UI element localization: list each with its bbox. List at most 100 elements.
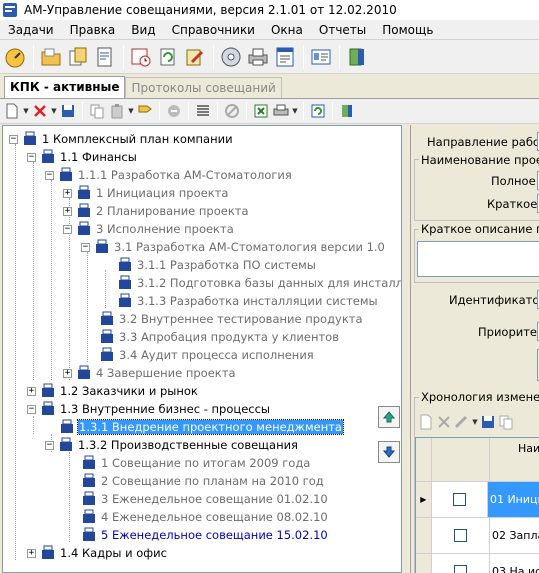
row-checkbox[interactable] bbox=[454, 565, 467, 573]
dashboard-button[interactable] bbox=[2, 44, 28, 70]
project-tree[interactable]: − 1 Комплексный план компании − 1.1 Фина… bbox=[2, 125, 402, 573]
list-button[interactable] bbox=[193, 101, 213, 121]
tree-node-meeting-2[interactable]: 2 Совещание по планам на 2010 год bbox=[81, 472, 325, 490]
collapse-icon[interactable]: − bbox=[27, 404, 36, 414]
tab-active-plans[interactable]: КПК - активные bbox=[4, 76, 126, 98]
tree-label: 1.3 Внутренние бизнес - процессы bbox=[60, 402, 271, 416]
close-tab-button[interactable] bbox=[337, 101, 357, 121]
paste-dropdown-arrow[interactable]: ▼ bbox=[127, 107, 135, 115]
exit-button[interactable] bbox=[344, 44, 370, 70]
tree-node-meeting-3[interactable]: 3 Еженедельное совещание 01.02.10 bbox=[81, 490, 329, 508]
table-row[interactable]: 03 На исп bbox=[416, 554, 539, 573]
save-icon[interactable] bbox=[479, 414, 497, 430]
tree-node-dental-dev[interactable]: − 1.1.1 Разработка АМ-Стоматология bbox=[45, 166, 293, 184]
paste-button[interactable] bbox=[107, 101, 127, 121]
description-field[interactable] bbox=[417, 241, 539, 277]
menu-help[interactable]: Помощь bbox=[374, 23, 441, 37]
short-name-label: Краткое: bbox=[487, 197, 539, 211]
collapse-icon[interactable]: − bbox=[63, 224, 72, 234]
save-button[interactable] bbox=[58, 101, 78, 121]
table-row[interactable]: 02 Заплан bbox=[416, 518, 539, 554]
list-icon bbox=[197, 105, 209, 116]
tree-node-finance[interactable]: − 1.1 Финансы bbox=[27, 148, 138, 166]
tree-node-meeting-5[interactable]: 5 Еженедельное совещание 15.02.10 bbox=[81, 526, 329, 544]
tree-node-initiation[interactable]: + 1 Инициация проекта bbox=[63, 184, 229, 202]
tree-node-process-audit[interactable]: 3.4 Аудит процесса исполнения bbox=[99, 346, 315, 364]
collapse-icon[interactable]: − bbox=[45, 170, 54, 180]
project-icon bbox=[101, 311, 113, 325]
tree-node-installer-dev[interactable]: 3.1.3 Разработка инсталляции системы bbox=[117, 292, 379, 310]
tree-node-internal-testing[interactable]: 3.2 Внутреннее тестирование продукта bbox=[99, 310, 364, 328]
expand-icon[interactable]: + bbox=[27, 548, 36, 558]
tree-node-dental-v1[interactable]: − 3.1 Разработка АМ-Стоматология версии … bbox=[81, 238, 386, 256]
reload-button[interactable] bbox=[308, 101, 328, 121]
excel-export-button[interactable] bbox=[251, 101, 271, 121]
menu-references[interactable]: Справочники bbox=[164, 23, 263, 37]
collapse-icon[interactable]: − bbox=[81, 242, 90, 252]
tree-node-software-dev[interactable]: 3.1.1 Разработка ПО системы bbox=[117, 256, 317, 274]
grid-name-header[interactable]: Наим bbox=[490, 438, 539, 455]
pencil-icon[interactable] bbox=[453, 414, 471, 430]
document-button[interactable] bbox=[92, 44, 118, 70]
expand-icon[interactable]: + bbox=[63, 368, 72, 378]
move-up-button[interactable] bbox=[378, 406, 400, 428]
report-button[interactable] bbox=[272, 44, 298, 70]
tree-node-execution[interactable]: − 3 Исполнение проекта bbox=[63, 220, 235, 238]
tree-node-internal-processes[interactable]: − 1.3 Внутренние бизнес - процессы bbox=[27, 400, 271, 418]
tree-node-client-approval[interactable]: 3.3 Апробация продукта у клиентов bbox=[99, 328, 340, 346]
copy-icon[interactable] bbox=[497, 414, 515, 430]
new-document-icon[interactable] bbox=[417, 414, 435, 430]
tree-node-pm-implementation[interactable]: 1.3.1 Внедрение проектного менеджмента bbox=[59, 418, 344, 436]
contacts-button[interactable] bbox=[308, 44, 334, 70]
delete-dropdown-arrow[interactable]: ▼ bbox=[50, 107, 58, 115]
description-group-label: Краткое описание прое bbox=[419, 222, 539, 236]
expand-icon[interactable]: + bbox=[27, 386, 36, 396]
row-checkbox[interactable] bbox=[452, 493, 466, 506]
tree-node-customers-market[interactable]: + 1.2 Заказчики и рынок bbox=[27, 382, 199, 400]
tree-label: 3 Еженедельное совещание 01.02.10 bbox=[101, 492, 328, 506]
tree-node-db-prep[interactable]: 3.1.2 Подготовка базы данных для инсталл bbox=[117, 274, 401, 292]
table-row[interactable]: ▶ 01 Иници bbox=[416, 482, 539, 518]
undo-button[interactable] bbox=[164, 101, 184, 121]
tree-node-completion[interactable]: + 4 Завершение проекта bbox=[63, 364, 237, 382]
move-button[interactable] bbox=[135, 101, 155, 121]
expand-icon[interactable]: + bbox=[63, 188, 72, 198]
calendar-button[interactable] bbox=[128, 44, 154, 70]
print-button[interactable] bbox=[245, 44, 271, 70]
menu-tasks[interactable]: Задачи bbox=[0, 23, 62, 37]
collapse-icon[interactable]: − bbox=[27, 152, 36, 162]
disk-button[interactable] bbox=[218, 44, 244, 70]
tree-node-meeting-4[interactable]: 4 Еженедельное совещание 08.02.10 bbox=[81, 508, 329, 526]
edit-dropdown-arrow[interactable]: ▼ bbox=[471, 418, 479, 426]
collapse-icon[interactable]: − bbox=[9, 134, 18, 144]
expand-icon[interactable]: + bbox=[63, 206, 72, 216]
open-button[interactable] bbox=[38, 44, 64, 70]
tree-node-meeting-1[interactable]: 1 Совещание по итогам 2009 года bbox=[81, 454, 311, 472]
copy-tasks-button[interactable] bbox=[65, 44, 91, 70]
move-down-button[interactable] bbox=[378, 441, 400, 463]
delete-x-icon[interactable] bbox=[435, 414, 453, 430]
copy-button[interactable] bbox=[87, 101, 107, 121]
cancel-button[interactable] bbox=[222, 101, 242, 121]
tree-node-production-meetings[interactable]: − 1.3.2 Производственные совещания bbox=[45, 436, 299, 454]
new-dropdown-arrow[interactable]: ▼ bbox=[22, 107, 30, 115]
new-button[interactable] bbox=[2, 101, 22, 121]
menu-reports[interactable]: Отчеты bbox=[311, 23, 374, 37]
tree-node-company-plan[interactable]: − 1 Комплексный план компании bbox=[9, 130, 234, 148]
refresh-button[interactable] bbox=[155, 44, 181, 70]
tree-node-planning[interactable]: + 2 Планирование проекта bbox=[63, 202, 250, 220]
tree-node-hr-office[interactable]: + 1.4 Кадры и офис bbox=[27, 544, 168, 562]
row-checkbox[interactable] bbox=[454, 529, 467, 542]
menu-windows[interactable]: Окна bbox=[263, 23, 311, 37]
edit-button[interactable] bbox=[182, 44, 208, 70]
tab-meeting-minutes[interactable]: Протоколы совещаний bbox=[125, 77, 282, 98]
print-tree-button[interactable] bbox=[271, 101, 291, 121]
menu-view[interactable]: Вид bbox=[123, 23, 163, 37]
delete-button[interactable] bbox=[30, 101, 50, 121]
menu-edit[interactable]: Правка bbox=[62, 23, 124, 37]
collapse-icon[interactable]: − bbox=[45, 440, 54, 450]
delete-x-icon bbox=[34, 105, 46, 117]
print-dropdown-arrow[interactable]: ▼ bbox=[291, 107, 299, 115]
history-grid[interactable]: Наим ▶ 01 Иници 02 Заплан 03 На исп bbox=[415, 437, 539, 573]
tree-label: 1 Совещание по итогам 2009 года bbox=[101, 456, 311, 470]
